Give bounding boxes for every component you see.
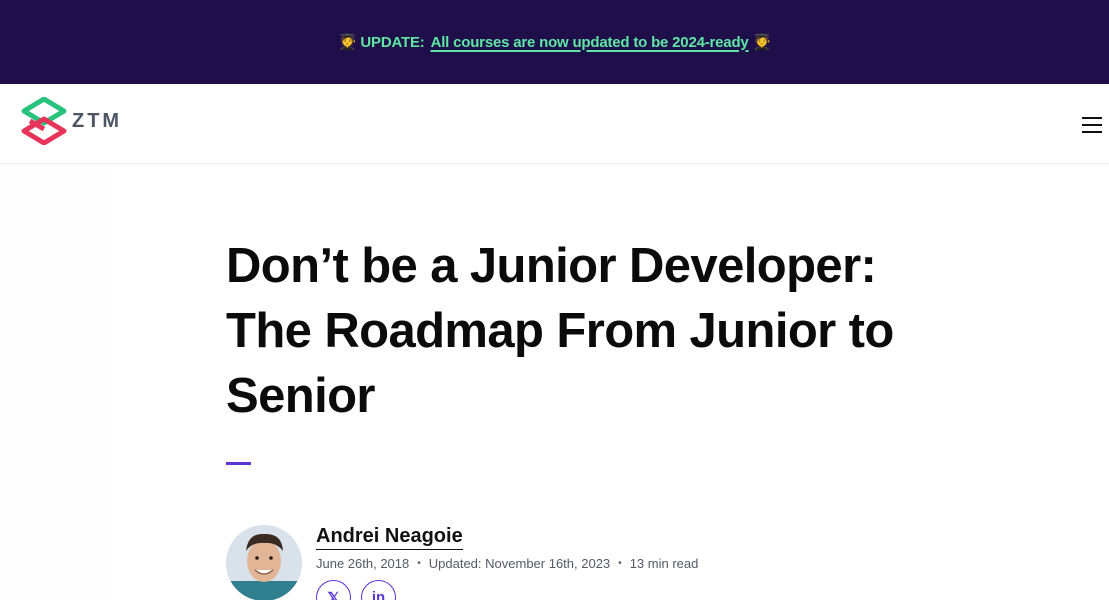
linkedin-share-button[interactable]: in: [361, 580, 396, 600]
banner-link[interactable]: All courses are now updated to be 2024-r…: [431, 34, 749, 51]
article-meta: June 26th, 2018 • Updated: November 16th…: [316, 556, 698, 571]
student-emoji-icon: 🧑‍🎓: [752, 33, 772, 51]
updated-date: Updated: November 16th, 2023: [428, 556, 611, 571]
ztm-logo[interactable]: ZTM: [20, 96, 124, 146]
author-name[interactable]: Andrei Neagoie: [316, 524, 463, 550]
banner-content: 🧑‍🎓 UPDATE: All courses are now updated …: [338, 34, 771, 51]
article-title: Don’t be a Junior Developer: The Roadmap…: [226, 239, 894, 423]
hamburger-menu-icon[interactable]: [1082, 117, 1102, 133]
site-header: ZTM: [0, 84, 1109, 164]
ztm-logo-mark-icon: [21, 97, 67, 145]
linkedin-icon: in: [371, 589, 386, 600]
x-icon: 𝕏: [327, 589, 340, 600]
title-accent-bar: [226, 462, 251, 465]
announcement-banner: 🧑‍🎓 UPDATE: All courses are now updated …: [0, 0, 1109, 84]
logo-wordmark: ZTM: [72, 109, 123, 132]
meta-separator: •: [417, 558, 421, 569]
read-time: 13 min read: [629, 556, 699, 571]
meta-separator: •: [618, 558, 622, 569]
student-emoji-icon: 🧑‍🎓: [337, 33, 357, 51]
author-avatar[interactable]: [226, 525, 302, 600]
published-date: June 26th, 2018: [316, 556, 410, 571]
avatar-portrait-icon: [226, 525, 302, 600]
banner-prefix: UPDATE:: [360, 33, 425, 51]
x-share-button[interactable]: 𝕏: [316, 580, 351, 600]
background-pattern: [0, 165, 220, 600]
